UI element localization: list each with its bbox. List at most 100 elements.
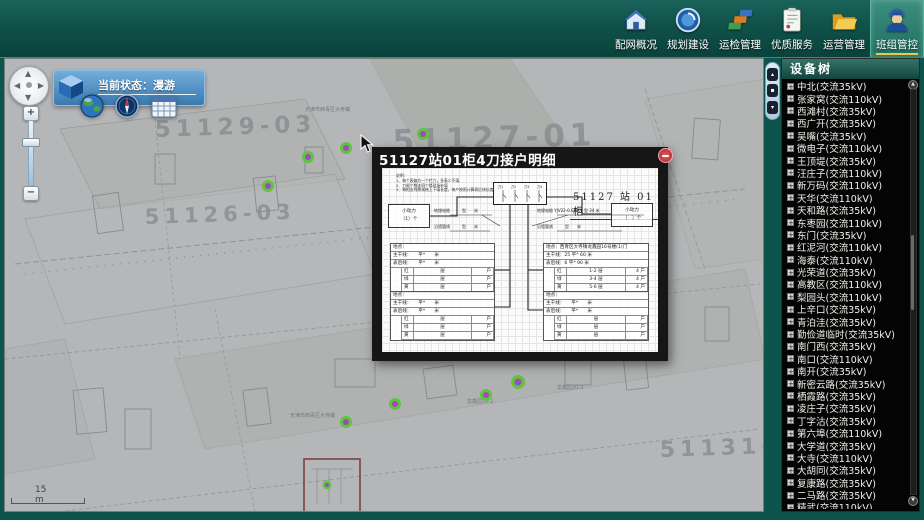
tree-item[interactable]: +南口(交流110kV) [782, 353, 911, 365]
expand-plus-icon[interactable]: + [787, 442, 794, 449]
expand-plus-icon[interactable]: + [787, 380, 794, 387]
tree-item[interactable]: +高教区(交流110kV) [782, 278, 911, 290]
tree-item[interactable]: +汪庄子(交流110kV) [782, 167, 911, 179]
tree-item[interactable]: +勤俭道临时(交流35kV) [782, 328, 911, 340]
expand-plus-icon[interactable]: + [787, 318, 794, 325]
expand-plus-icon[interactable]: + [787, 256, 794, 263]
tree-item[interactable]: +光荣道(交流35kV) [782, 266, 911, 278]
expand-plus-icon[interactable]: + [787, 306, 794, 313]
tree-item[interactable]: +丁字沽(交流35kV) [782, 415, 911, 427]
tree-item[interactable]: +西滩村(交流35kV) [782, 105, 911, 117]
tab-service[interactable]: 优质服务 [766, 0, 818, 57]
tree-item[interactable]: +新万码(交流110kV) [782, 179, 911, 191]
zoom-in-button[interactable]: + [23, 106, 39, 121]
tree-item[interactable]: +天和路(交流35kV) [782, 204, 911, 216]
expand-plus-icon[interactable]: + [787, 368, 794, 375]
expand-plus-icon[interactable]: + [787, 392, 794, 399]
expand-plus-icon[interactable]: + [787, 83, 794, 90]
map-pan-control[interactable]: ▲ ▼ ◀ ▶ [9, 66, 49, 106]
expand-plus-icon[interactable]: + [787, 269, 794, 276]
expand-plus-icon[interactable]: + [787, 331, 794, 338]
tree-item[interactable]: +南门西(交流35kV) [782, 340, 911, 352]
tree-item[interactable]: +第六埠(交流110kV) [782, 427, 911, 439]
tree-scrollbar[interactable] [910, 89, 917, 495]
expand-plus-icon[interactable]: + [787, 293, 794, 300]
tab-grid-overview[interactable]: 配网概况 [610, 0, 662, 57]
expand-plus-icon[interactable]: + [787, 504, 794, 509]
device-marker[interactable] [417, 128, 429, 140]
expand-plus-icon[interactable]: + [787, 194, 794, 201]
close-icon[interactable] [658, 148, 673, 163]
tree-item[interactable]: +大胡同(交流35kV) [782, 464, 911, 476]
tree-item[interactable]: +吴嘴(交流35kV) [782, 130, 911, 142]
expand-plus-icon[interactable]: + [787, 219, 794, 226]
device-marker[interactable] [262, 180, 274, 192]
expand-plus-icon[interactable]: + [787, 454, 794, 461]
expand-plus-icon[interactable]: + [787, 95, 794, 102]
expand-plus-icon[interactable]: + [787, 244, 794, 251]
expand-plus-icon[interactable]: + [787, 107, 794, 114]
tree-item[interactable]: +天华(交流110kV) [782, 192, 911, 204]
expand-plus-icon[interactable]: + [787, 492, 794, 499]
tree-item[interactable]: +新密云路(交流35kV) [782, 377, 911, 389]
tab-planning[interactable]: 规划建设 [662, 0, 714, 57]
scroll-down-icon[interactable]: ▼ [908, 496, 918, 506]
tree-item[interactable]: +梨园头(交流110kV) [782, 291, 911, 303]
expand-plus-icon[interactable]: + [787, 343, 794, 350]
collapse-up-icon[interactable]: ▴ [767, 68, 778, 81]
collapse-down-icon[interactable]: ▾ [767, 101, 778, 114]
pan-up-icon[interactable]: ▲ [25, 70, 31, 78]
tree-item[interactable]: +王顶堤(交流35kV) [782, 154, 911, 166]
expand-plus-icon[interactable]: + [787, 132, 794, 139]
tree-item[interactable]: +大学道(交流35kV) [782, 439, 911, 451]
tree-item[interactable]: +青泊洼(交流35kV) [782, 315, 911, 327]
zoom-out-button[interactable]: − [23, 186, 39, 201]
expand-plus-icon[interactable]: + [787, 405, 794, 412]
table-tool-icon[interactable] [151, 96, 177, 118]
zoom-slider-handle[interactable] [22, 138, 40, 147]
tab-operations[interactable]: 运营管理 [818, 0, 870, 57]
compass-icon[interactable] [114, 93, 140, 119]
tree-item[interactable]: +凌庄子(交流35kV) [782, 402, 911, 414]
tree-item[interactable]: +东枣园(交流110kV) [782, 216, 911, 228]
tab-team-control[interactable]: 班组管控 [870, 0, 924, 57]
device-marker[interactable] [389, 398, 401, 410]
tree-item[interactable]: +红泥河(交流110kV) [782, 241, 911, 253]
pan-left-icon[interactable]: ◀ [14, 82, 20, 90]
expand-plus-icon[interactable]: + [787, 281, 794, 288]
expand-plus-icon[interactable]: + [787, 120, 794, 127]
expand-plus-icon[interactable]: + [787, 467, 794, 474]
device-marker[interactable] [323, 481, 332, 490]
expand-plus-icon[interactable]: + [787, 430, 794, 437]
expand-plus-icon[interactable]: + [787, 231, 794, 238]
expand-plus-icon[interactable]: + [787, 182, 794, 189]
tree-item[interactable]: +栖霞路(交流35kV) [782, 390, 911, 402]
tree-item[interactable]: +西广开(交流35kV) [782, 117, 911, 129]
zoom-slider-track[interactable] [28, 120, 34, 187]
tree-item[interactable]: +张家窝(交流110kV) [782, 92, 911, 104]
tree-item[interactable]: +复康路(交流35kV) [782, 477, 911, 489]
expand-plus-icon[interactable]: + [787, 145, 794, 152]
tree-item[interactable]: +南开(交流35kV) [782, 365, 911, 377]
tree-item[interactable]: +海泰(交流110kV) [782, 253, 911, 265]
expand-plus-icon[interactable]: + [787, 417, 794, 424]
tree-item[interactable]: +大寺(交流110kV) [782, 452, 911, 464]
expand-plus-icon[interactable]: + [787, 207, 794, 214]
expand-plus-icon[interactable]: + [787, 169, 794, 176]
device-marker[interactable] [302, 151, 314, 163]
device-marker[interactable] [480, 389, 492, 401]
device-marker[interactable] [511, 375, 525, 389]
expand-plus-icon[interactable]: + [787, 479, 794, 486]
expand-plus-icon[interactable]: + [787, 355, 794, 362]
device-marker[interactable] [340, 142, 352, 154]
collapse-mid-icon[interactable]: ▪ [767, 84, 778, 97]
cube-3d-icon[interactable] [56, 72, 86, 102]
tree-item[interactable]: +中北(交流35kV) [782, 80, 911, 92]
tree-item[interactable]: +东门(交流35kV) [782, 229, 911, 241]
expand-plus-icon[interactable]: + [787, 157, 794, 164]
pan-center-dot[interactable] [26, 82, 32, 88]
tree-item[interactable]: +二马路(交流35kV) [782, 489, 911, 501]
pan-down-icon[interactable]: ▼ [25, 94, 31, 102]
tree-item[interactable]: +上辛口(交流35kV) [782, 303, 911, 315]
tree-item[interactable]: +精武(交流110kV) [782, 501, 911, 509]
